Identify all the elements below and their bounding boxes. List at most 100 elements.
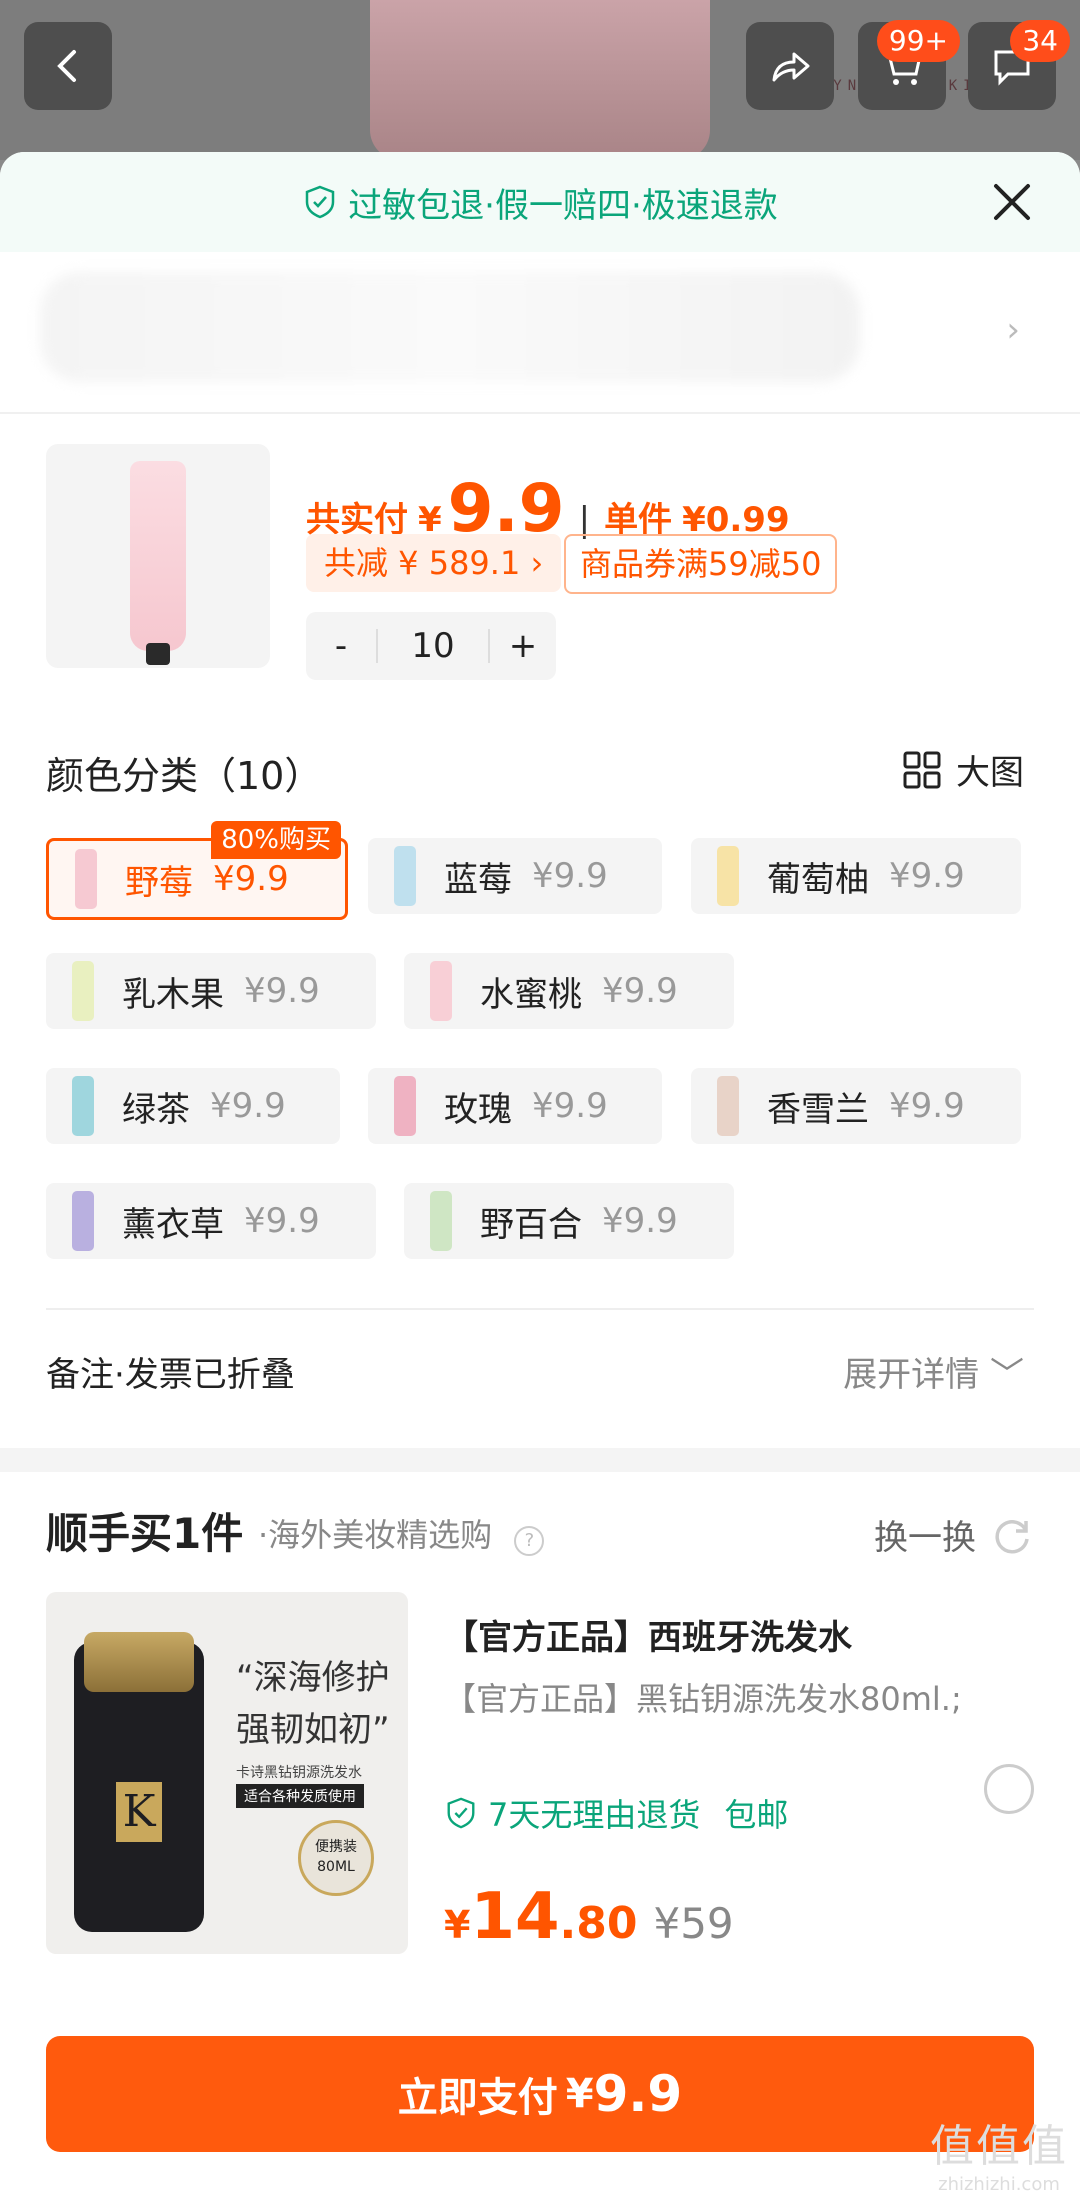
recommend-select-radio[interactable] <box>984 1764 1034 1814</box>
option-blueberry[interactable]: 蓝莓 ¥9.9 <box>368 838 662 914</box>
chevron-left-icon <box>57 50 76 82</box>
quantity-stepper: - 10 + <box>306 612 556 680</box>
section-gap <box>0 1448 1080 1472</box>
option-price: ¥9.9 <box>602 971 678 1011</box>
free-shipping: 包邮 <box>724 1796 789 1834</box>
recommend-item-desc: 【官方正品】黑钻钥源洗发水80ml.; <box>444 1680 962 1718</box>
pay-label: 立即支付 <box>397 2075 558 2121</box>
product-header-bar: ERUYNBEAUTSKIN 99+ 34 <box>0 0 1080 160</box>
option-name: 葡萄柚 <box>767 859 869 900</box>
option-name: 野莓 <box>125 862 193 903</box>
product-thumbnail[interactable] <box>46 444 270 668</box>
option-name: 薰衣草 <box>122 1204 224 1245</box>
option-thumbnail <box>75 849 97 909</box>
option-name: 水蜜桃 <box>480 974 582 1015</box>
product-hero-image: ERUYNBEAUTSKIN <box>370 0 986 160</box>
brand-logo-k: K <box>116 1782 162 1842</box>
watermark: 值值值 zhizhizhi.com <box>930 2110 1068 2195</box>
image-pill: 适合各种发质使用 <box>236 1784 364 1808</box>
message-button[interactable]: 34 <box>968 20 1070 110</box>
message-count-badge: 34 <box>1010 20 1070 62</box>
option-grapefruit[interactable]: 葡萄柚 ¥9.9 <box>691 838 1021 914</box>
help-icon[interactable]: ? <box>514 1526 545 1556</box>
address-blurred <box>40 272 860 382</box>
recommend-product-image[interactable]: K “深海修护 强韧如初” 卡诗黑钻钥源洗发水 适合各种发质使用 便携装 80M… <box>46 1592 408 1954</box>
option-price: ¥9.9 <box>213 859 289 899</box>
image-quote-line-1: “深海修护 <box>236 1658 390 1698</box>
travel-size-seal: 便携装 80ML <box>298 1820 374 1896</box>
option-name: 香雪兰 <box>767 1089 869 1130</box>
shampoo-bottle: K <box>74 1632 204 1932</box>
option-thumbnail <box>430 1191 452 1251</box>
image-caption: 卡诗黑钻钥源洗发水 <box>236 1765 362 1781</box>
option-thumbnail <box>72 1191 94 1251</box>
grid-icon <box>903 751 941 788</box>
cart-count-badge: 99+ <box>876 20 960 62</box>
option-lavender[interactable]: 薰衣草 ¥9.9 <box>46 1183 376 1259</box>
back-button[interactable] <box>24 22 112 110</box>
option-freesia[interactable]: 香雪兰 ¥9.9 <box>691 1068 1021 1144</box>
pay-amount: 9.9 <box>593 2065 683 2123</box>
option-green-tea[interactable]: 绿茶 ¥9.9 <box>46 1068 340 1144</box>
cart-button[interactable]: 99+ <box>858 20 960 110</box>
guarantee-text: 过敏包退·假一赔四·极速退款 <box>348 185 778 226</box>
guarantee-banner: 过敏包退·假一赔四·极速退款 <box>0 152 1080 252</box>
shield-check-icon <box>447 1797 475 1829</box>
option-lily[interactable]: 野百合 ¥9.9 <box>404 1183 734 1259</box>
image-quote: “深海修护 强韧如初” <box>236 1652 390 1756</box>
share-arrow-icon <box>772 52 810 82</box>
quantity-minus-button[interactable]: - <box>306 626 376 666</box>
refresh-icon <box>995 1519 1029 1554</box>
option-price: ¥9.9 <box>532 856 608 896</box>
recommend-price: ¥ 14 .80 ¥59 <box>444 1880 734 1954</box>
expand-details-button[interactable]: 展开详情 ﹀ <box>843 1347 1024 1396</box>
price-decimal: .80 <box>559 1898 638 1949</box>
swap-button[interactable]: 换一换 <box>874 1510 1034 1559</box>
return-policy: 7天无理由退货 <box>488 1796 701 1834</box>
option-price: ¥9.9 <box>244 971 320 1011</box>
watermark-logo: 值值值 <box>930 2121 1068 2172</box>
option-thumbnail <box>717 846 739 906</box>
pay-currency: ¥ <box>565 2071 594 2117</box>
discount-tag[interactable]: 共减 ¥ 589.1 › <box>306 534 562 592</box>
option-name: 乳木果 <box>122 974 224 1015</box>
close-icon[interactable] <box>988 178 1036 226</box>
swap-label: 换一换 <box>874 1518 976 1558</box>
option-shea[interactable]: 乳木果 ¥9.9 <box>46 953 376 1029</box>
option-price: ¥9.9 <box>889 1086 965 1126</box>
pay-now-button[interactable]: 立即支付 ¥ 9.9 <box>46 2036 1034 2152</box>
recommend-subtitle-text: ·海外美妆精选购 <box>258 1516 493 1554</box>
remark-label: 备注·发票已折叠 <box>46 1355 295 1395</box>
watermark-url: zhizhizhi.com <box>938 2174 1060 2195</box>
price-integer: 14 <box>470 1880 560 1954</box>
recommend-item-guarantee: 7天无理由退货 包邮 <box>444 1790 788 1836</box>
option-name: 蓝莓 <box>444 859 512 900</box>
big-image-toggle[interactable]: 大图 <box>902 745 1024 794</box>
option-price: ¥9.9 <box>210 1086 286 1126</box>
options-title: 颜色分类（10） <box>46 754 323 798</box>
image-quote-line-2: 强韧如初” <box>236 1710 390 1750</box>
coupon-tag: 商品券满59减50 <box>564 534 838 594</box>
address-row[interactable]: › <box>0 252 1080 414</box>
option-price: ¥9.9 <box>889 856 965 896</box>
quantity-plus-button[interactable]: + <box>490 626 556 666</box>
recommend-title: 顺手买1件 <box>46 1509 244 1558</box>
option-rose[interactable]: 玫瑰 ¥9.9 <box>368 1068 662 1144</box>
option-thumbnail <box>394 846 416 906</box>
chevron-right-icon: › <box>1006 310 1020 350</box>
recommend-item-title[interactable]: 【官方正品】西班牙洗发水 <box>444 1610 852 1659</box>
option-thumbnail <box>72 961 94 1021</box>
hot-badge: 80%购买 <box>211 821 341 859</box>
option-name: 野百合 <box>480 1204 582 1245</box>
price-original: ¥59 <box>653 1899 734 1948</box>
option-price: ¥9.9 <box>532 1086 608 1126</box>
big-image-label: 大图 <box>956 753 1024 793</box>
quantity-value[interactable]: 10 <box>378 626 488 666</box>
share-button[interactable] <box>746 22 834 110</box>
option-wild-berry[interactable]: 80%购买 野莓 ¥9.9 <box>46 821 348 920</box>
section-divider <box>46 1308 1034 1310</box>
option-peach[interactable]: 水蜜桃 ¥9.9 <box>404 953 734 1029</box>
shield-check-icon <box>305 185 335 219</box>
option-name: 玫瑰 <box>444 1089 512 1130</box>
recommend-subtitle: ·海外美妆精选购 ? <box>258 1510 545 1556</box>
